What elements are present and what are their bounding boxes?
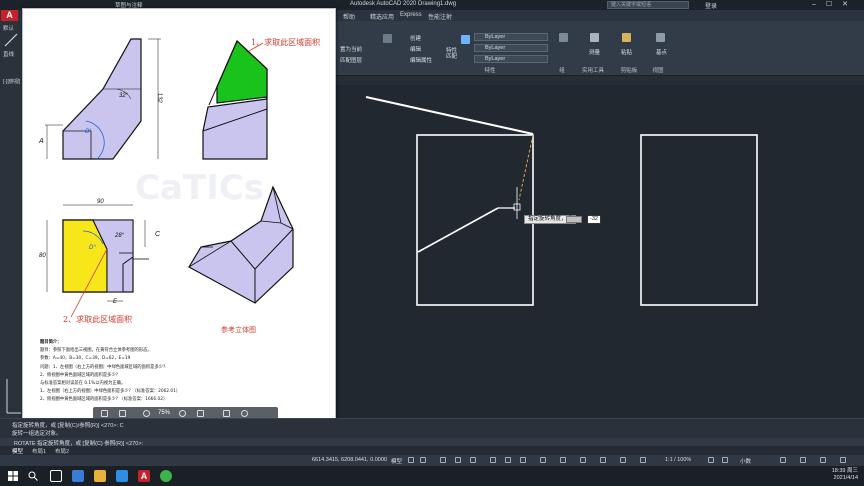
problem-line: 题目简介： bbox=[40, 340, 62, 345]
hardware-accel-icon[interactable] bbox=[800, 457, 806, 463]
dynamic-ucs-icon[interactable] bbox=[600, 457, 606, 463]
task-view-icon[interactable] bbox=[50, 470, 62, 482]
file-explorer-icon[interactable] bbox=[94, 470, 106, 482]
command-history-1: 指定旋转角度，或 [复制(C)/参照(R)] <270>: C bbox=[12, 423, 124, 429]
problem-line: 与标准答案相对误差在 0.1%以内视为正确。 bbox=[40, 381, 126, 387]
dim-A: A bbox=[39, 138, 44, 145]
problem-line: 问题：1、左视图（右上方的视图）中绿色面域区域的面积是多少? bbox=[40, 364, 166, 370]
dim-132: 132 bbox=[156, 92, 163, 104]
search-icon[interactable] bbox=[28, 471, 38, 481]
clean-screen-icon[interactable] bbox=[820, 457, 826, 463]
problem-description: 题目简介： 题目：参照下面给出三视图，在黄符合立体参考图的形态。 参数：A=40… bbox=[40, 339, 330, 405]
3d-osnap-icon[interactable] bbox=[580, 457, 586, 463]
isodraft-icon[interactable] bbox=[470, 457, 476, 463]
polar-icon[interactable] bbox=[455, 457, 461, 463]
transparency-icon[interactable] bbox=[540, 457, 546, 463]
rectangle-right[interactable] bbox=[640, 134, 758, 306]
front-view-shape bbox=[62, 38, 142, 160]
gizmo-icon[interactable] bbox=[640, 457, 646, 463]
rotation-preview-line bbox=[518, 134, 534, 201]
dim-80: 80 bbox=[39, 253, 46, 259]
workspace-icon[interactable] bbox=[722, 457, 728, 463]
dim-C: C bbox=[155, 231, 161, 238]
edge-browser-icon[interactable] bbox=[72, 470, 84, 482]
tooltip-options-button[interactable] bbox=[566, 216, 582, 223]
dim-angle-32: 32° bbox=[119, 93, 129, 99]
problem-line: 1、左视图（右上方的视图）中绿色面积是多少? （标准答案：2062.01） bbox=[40, 389, 181, 395]
rotate-icon[interactable] bbox=[241, 410, 248, 417]
annotation-area-1: 1、求取此区域面积 bbox=[251, 38, 321, 47]
fit-page-icon[interactable] bbox=[197, 410, 204, 417]
problem-line: 题目：参照下面给出三视图，在黄符合立体参考图的形态。 bbox=[40, 348, 152, 354]
settings-icon[interactable] bbox=[708, 457, 714, 463]
grid-icon[interactable] bbox=[408, 457, 414, 463]
windows-start-icon[interactable] bbox=[8, 471, 18, 481]
dim-angle-D: D° bbox=[89, 245, 96, 251]
wechat-icon[interactable] bbox=[160, 470, 172, 482]
crop-icon[interactable] bbox=[223, 410, 230, 417]
clock-date: 2021/4/14 bbox=[833, 475, 858, 481]
selection-filter-icon[interactable] bbox=[620, 457, 626, 463]
lineweight-icon[interactable] bbox=[520, 457, 526, 463]
tab-model[interactable]: 模型 bbox=[12, 447, 23, 455]
tab-layout2[interactable]: 布局2 bbox=[55, 447, 69, 455]
clock-time: 18:39 周三 bbox=[831, 468, 858, 474]
otrack-icon[interactable] bbox=[505, 457, 511, 463]
snap-icon[interactable] bbox=[420, 457, 426, 463]
pdf-viewer[interactable]: CaTICs 1、求取此区域面积 2、求取此区域面积 参考立体图 32° 132… bbox=[22, 8, 336, 420]
export-icon[interactable] bbox=[119, 410, 126, 417]
tab-layout1[interactable]: 布局1 bbox=[32, 447, 46, 455]
status-bar: 6614.3415, 6208.0441, 0.0000 模型 1:1 / 10… bbox=[0, 455, 864, 466]
diagonal-line[interactable] bbox=[417, 207, 499, 253]
coordinates-readout: 6614.3415, 6208.0441, 0.0000 bbox=[312, 457, 387, 463]
app-icon[interactable] bbox=[116, 470, 128, 482]
reference-label: 参考立体图 bbox=[221, 326, 256, 334]
layout-tabs: 模型 布局1 布局2 bbox=[0, 446, 864, 455]
dim-angle-B: B° bbox=[85, 129, 92, 135]
rotating-line[interactable] bbox=[365, 96, 534, 135]
ortho-icon[interactable] bbox=[440, 457, 446, 463]
zoom-in-icon[interactable] bbox=[179, 410, 186, 417]
annotation-area-2: 2、求取此区域面积 bbox=[63, 315, 133, 324]
model-space-button[interactable]: 模型 bbox=[391, 457, 402, 465]
command-history-2: 旋转一组选定对象。 bbox=[12, 431, 62, 437]
ucs-icon bbox=[6, 379, 21, 414]
windows-taskbar: A 18:39 周三 2021/4/14 bbox=[0, 466, 864, 486]
autocad-taskbar-icon[interactable]: A bbox=[138, 470, 150, 482]
zoom-level: 75% bbox=[158, 410, 171, 416]
save-icon[interactable] bbox=[101, 410, 108, 417]
units-readout[interactable]: 小数 bbox=[740, 457, 751, 465]
osnap-icon[interactable] bbox=[490, 457, 496, 463]
dim-90: 90 bbox=[97, 199, 104, 205]
dim-angle-28: 28° bbox=[115, 233, 125, 239]
problem-line: 2、俯视图中黄色面域区域的面积是多少? bbox=[40, 372, 119, 378]
zoom-out-icon[interactable] bbox=[143, 410, 150, 417]
problem-line: 参数：A=40，B=30，C=39，D=62，E=19 bbox=[40, 356, 131, 362]
problem-line: 2、俯视图中黄色面域区域的面积是多少? （标准答案：1666.02） bbox=[40, 397, 168, 403]
autocad-window: Autodesk AutoCAD 2020 Drawing1.dwg 草图与注释… bbox=[0, 0, 864, 486]
dim-E: E bbox=[113, 299, 118, 305]
customize-icon[interactable] bbox=[840, 457, 846, 463]
technical-drawing: CaTICs bbox=[45, 38, 294, 318]
watermark-text: CaTICs bbox=[135, 168, 264, 208]
annotation-scale[interactable]: 1:1 / 100% bbox=[665, 457, 691, 463]
isolate-objects-icon[interactable] bbox=[780, 457, 786, 463]
angle-input[interactable]: -32 bbox=[587, 215, 601, 224]
system-clock[interactable]: 18:39 周三 2021/4/14 bbox=[832, 468, 858, 482]
green-region bbox=[216, 39, 268, 104]
command-window: 指定旋转角度，或 [复制(C)/参照(R)] <270>: C 旋转一组选定对象… bbox=[0, 418, 864, 447]
selection-cycling-icon[interactable] bbox=[560, 457, 566, 463]
